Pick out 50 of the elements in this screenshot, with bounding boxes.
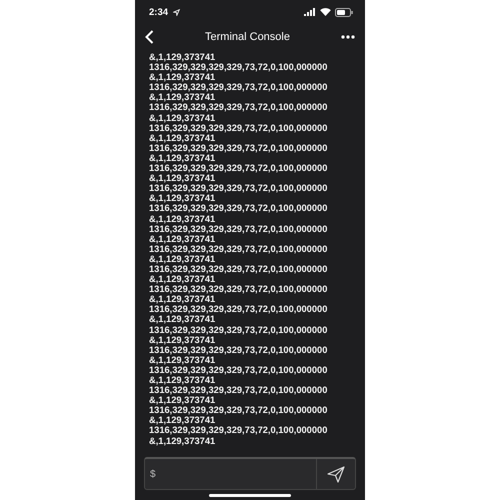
console-line: &,1,129,373741 — [149, 112, 216, 123]
signal-icon — [304, 8, 316, 16]
console-line: 1316,329,329,329,329,73,72,0,100,000000 — [149, 425, 328, 436]
console-line: 1316,329,329,329,329,73,72,0,100,000000 — [149, 62, 328, 72]
console-line: &,1,129,373741 — [149, 254, 216, 264]
console-line: &,1,129,373741 — [149, 72, 216, 82]
console-line: &,1,129,373741 — [149, 52, 216, 62]
window-title: Terminal Console — [204, 31, 291, 43]
console-line: 1316,329,329,329,329,73,72,0,100,000000 — [149, 142, 328, 153]
console-line: &,1,129,373741 — [149, 214, 216, 224]
console-line: 1316,329,329,329,329,73,72,0,100,000000 — [149, 284, 328, 294]
console-line: &,1,129,373741 — [149, 132, 216, 143]
command-field[interactable]: $ — [145, 459, 317, 489]
console-line: &,1,129,373741 — [149, 375, 216, 386]
console-line: &,1,129,373741 — [149, 314, 216, 325]
console-line: 1316,329,329,329,329,73,72,0,100,000000 — [149, 183, 328, 194]
console-line: 1316,329,329,329,329,73,72,0,100,000000 — [149, 102, 328, 113]
console-line: &,1,129,373741 — [149, 152, 216, 164]
console-line: 1316,329,329,329,329,73,72,0,100,000000 — [149, 344, 328, 355]
console-line: &,1,129,373741 — [149, 354, 216, 365]
console-line: 1316,329,329,329,329,73,72,0,100,000000 — [149, 163, 328, 174]
console-line: 1316,329,329,329,329,73,72,0,100,000000 — [149, 122, 328, 133]
battery-icon — [335, 8, 353, 16]
console-line: &,1,129,373741 — [149, 415, 216, 426]
console-line: &,1,129,373741 — [149, 334, 216, 345]
console-line: 1316,329,329,329,329,73,72,0,100,000000 — [149, 203, 328, 214]
status-time: 2:34 — [149, 6, 168, 18]
console-line: &,1,129,373741 — [149, 193, 216, 204]
console-line: 1316,329,329,329,329,73,72,0,100,000000 — [149, 304, 328, 314]
more-icon[interactable] — [341, 35, 355, 39]
console-line: &,1,129,373741 — [149, 92, 216, 102]
console-line: 1316,329,329,329,329,73,72,0,100,000000 — [149, 324, 328, 335]
location-arrow-icon — [173, 8, 180, 16]
wifi-icon — [320, 8, 331, 16]
console-line: 1316,329,329,329,329,73,72,0,100,000000 — [149, 364, 328, 375]
console-line: 1316,329,329,329,329,73,72,0,100,000000 — [149, 405, 328, 416]
back-icon[interactable] — [145, 30, 154, 44]
command-bar[interactable]: $ — [144, 457, 356, 490]
console-line: &,1,129,373741 — [149, 294, 216, 304]
send-icon — [327, 466, 345, 482]
console-line: 1316,329,329,329,329,73,72,0,100,000000 — [149, 264, 328, 274]
console-line: 1316,329,329,329,329,73,72,0,100,000000 — [149, 224, 328, 234]
console-line: &,1,129,373741 — [149, 395, 216, 406]
console-line: &,1,129,373741 — [149, 173, 216, 184]
console-line: 1316,329,329,329,329,73,72,0,100,000000 — [149, 385, 328, 396]
console-line: &,1,129,373741 — [149, 274, 216, 284]
console-line: 1316,329,329,329,329,73,72,0,100,000000 — [149, 82, 328, 92]
console-line: 1316,329,329,329,329,73,72,0,100,000000 — [149, 244, 328, 254]
console-line: &,1,129,373741 — [149, 234, 216, 244]
console-line: &,1,129,373741 — [149, 436, 216, 446]
